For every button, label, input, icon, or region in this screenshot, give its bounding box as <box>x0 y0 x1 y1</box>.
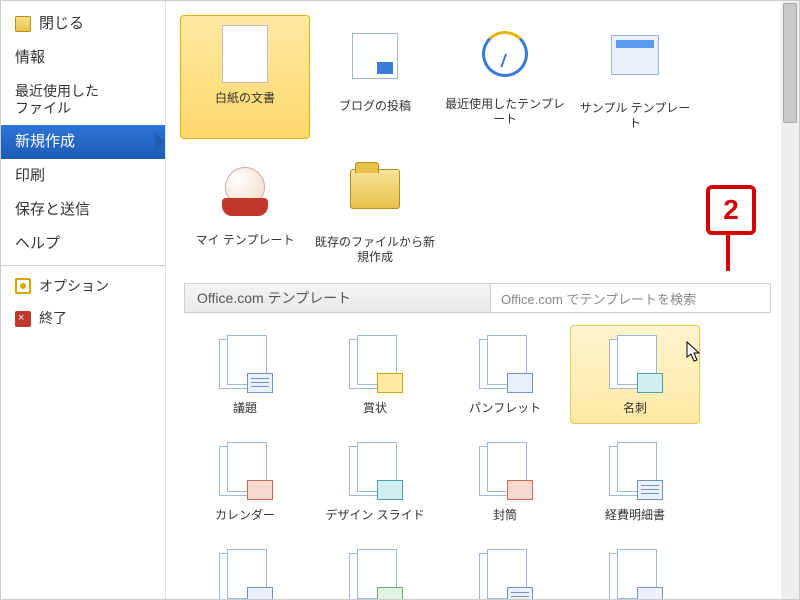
sidebar-item-label: ヘルプ <box>15 235 60 253</box>
exit-icon <box>15 311 31 327</box>
tile-business-card[interactable]: 名刺 <box>570 325 700 424</box>
options-icon <box>15 278 31 294</box>
tile-label: 議題 <box>184 401 306 416</box>
sidebar-item-label: 保存と送信 <box>15 201 90 219</box>
tile-certificate[interactable]: 賞状 <box>310 325 440 424</box>
sidebar-item-label: 最近使用した ファイル <box>15 83 99 117</box>
tile-brochure[interactable]: パンフレット <box>440 325 570 424</box>
sidebar-item-label: 閉じる <box>39 15 84 33</box>
tile-form[interactable]: フォーム <box>440 539 570 599</box>
sidebar: 閉じる 情報 最近使用した ファイル 新規作成 印刷 保存と送信 ヘルプ オプシ… <box>1 1 166 599</box>
tile-label: 既存のファイルから新規作成 <box>314 235 436 265</box>
search-placeholder: Office.com でテンプレートを検索 <box>501 289 696 308</box>
tile-flyer[interactable]: チラシ <box>310 539 440 599</box>
sidebar-item-new[interactable]: 新規作成 <box>1 125 165 159</box>
template-group-available: 白紙の文書 ブログの投稿 最近使用したテンプレート サンプル テンプレート <box>176 11 799 143</box>
tile-label: パンフレット <box>444 401 566 416</box>
template-gallery: 白紙の文書 ブログの投稿 最近使用したテンプレート サンプル テンプレート マイ… <box>166 1 799 599</box>
tile-label: 名刺 <box>574 401 696 416</box>
template-group-office-1: 議題 賞状 パンフレット 名刺 <box>176 321 799 428</box>
tile-design-slides[interactable]: デザイン スライド <box>310 432 440 531</box>
sidebar-item-close[interactable]: 閉じる <box>1 7 165 41</box>
flyer-icon <box>345 549 405 599</box>
sidebar-item-recent[interactable]: 最近使用した ファイル <box>1 75 165 125</box>
sidebar-item-label: 終了 <box>39 310 67 327</box>
tile-sample-templates[interactable]: サンプル テンプレート <box>570 15 700 139</box>
tile-label: ブログの投稿 <box>314 99 436 114</box>
tile-expense-report[interactable]: 経費明細書 <box>570 432 700 531</box>
tile-recent-templates[interactable]: 最近使用したテンプレート <box>440 15 570 139</box>
brochure-icon <box>475 335 535 395</box>
callout-connector <box>726 231 730 271</box>
agenda-icon <box>215 335 275 395</box>
tile-label: カレンダー <box>184 508 306 523</box>
tile-label: マイ テンプレート <box>184 233 306 248</box>
calendar-icon <box>215 442 275 502</box>
sidebar-item-exit[interactable]: 終了 <box>1 302 165 335</box>
sidebar-item-print[interactable]: 印刷 <box>1 159 165 193</box>
sidebar-item-save-send[interactable]: 保存と送信 <box>1 193 165 227</box>
fax-icon <box>215 549 275 599</box>
sidebar-item-label: オプション <box>39 278 109 295</box>
tile-label: デザイン スライド <box>314 508 436 523</box>
tile-envelope[interactable]: 封筒 <box>440 432 570 531</box>
sidebar-item-label: 情報 <box>15 49 45 67</box>
file-new-backstage: 閉じる 情報 最近使用した ファイル 新規作成 印刷 保存と送信 ヘルプ オプシ… <box>0 0 800 600</box>
office-templates-header: Office.com テンプレート Office.com でテンプレートを検索 <box>184 283 771 313</box>
blank-doc-icon <box>215 25 275 85</box>
business-card-icon <box>605 335 665 395</box>
template-search-input[interactable]: Office.com でテンプレートを検索 <box>490 284 770 312</box>
tile-label: サンプル テンプレート <box>574 101 696 131</box>
sidebar-item-info[interactable]: 情報 <box>1 41 165 75</box>
envelope-icon <box>475 442 535 502</box>
tile-label: 賞状 <box>314 401 436 416</box>
callout-number: 2 <box>723 194 739 226</box>
template-group-office-2: カレンダー デザイン スライド 封筒 経費明細書 <box>176 428 799 535</box>
folder-icon <box>15 16 31 32</box>
gift-certificate-icon <box>605 549 665 599</box>
tile-label: 最近使用したテンプレート <box>444 97 566 127</box>
sidebar-item-options[interactable]: オプション <box>1 265 165 303</box>
certificate-icon <box>345 335 405 395</box>
tile-fax[interactable]: FAX <box>180 539 310 599</box>
tile-blank-document[interactable]: 白紙の文書 <box>180 15 310 139</box>
tile-label: 封筒 <box>444 508 566 523</box>
sidebar-item-label: 新規作成 <box>15 133 75 151</box>
annotation-callout: 2 <box>706 185 756 235</box>
sample-templates-icon <box>605 35 665 95</box>
design-slides-icon <box>345 442 405 502</box>
tile-from-existing[interactable]: 既存のファイルから新規作成 <box>310 147 440 273</box>
my-templates-icon <box>215 167 275 227</box>
template-group-office-3: FAX チラシ フォーム 商品券 <box>176 535 799 599</box>
tile-label: 経費明細書 <box>574 508 696 523</box>
sidebar-item-help[interactable]: ヘルプ <box>1 227 165 261</box>
expense-report-icon <box>605 442 665 502</box>
blog-post-icon <box>345 33 405 93</box>
tile-label: 白紙の文書 <box>184 91 306 106</box>
tile-my-templates[interactable]: マイ テンプレート <box>180 147 310 273</box>
mouse-cursor-icon <box>686 341 702 363</box>
tile-gift-certificate[interactable]: 商品券 <box>570 539 700 599</box>
recent-templates-icon <box>475 31 535 91</box>
vertical-scrollbar[interactable] <box>781 1 799 599</box>
section-title: Office.com テンプレート <box>185 288 490 308</box>
from-existing-icon <box>345 169 405 229</box>
scroll-thumb[interactable] <box>783 3 797 123</box>
tile-blog-post[interactable]: ブログの投稿 <box>310 15 440 139</box>
sidebar-item-label: 印刷 <box>15 167 45 185</box>
form-icon <box>475 549 535 599</box>
tile-calendar[interactable]: カレンダー <box>180 432 310 531</box>
tile-agenda[interactable]: 議題 <box>180 325 310 424</box>
